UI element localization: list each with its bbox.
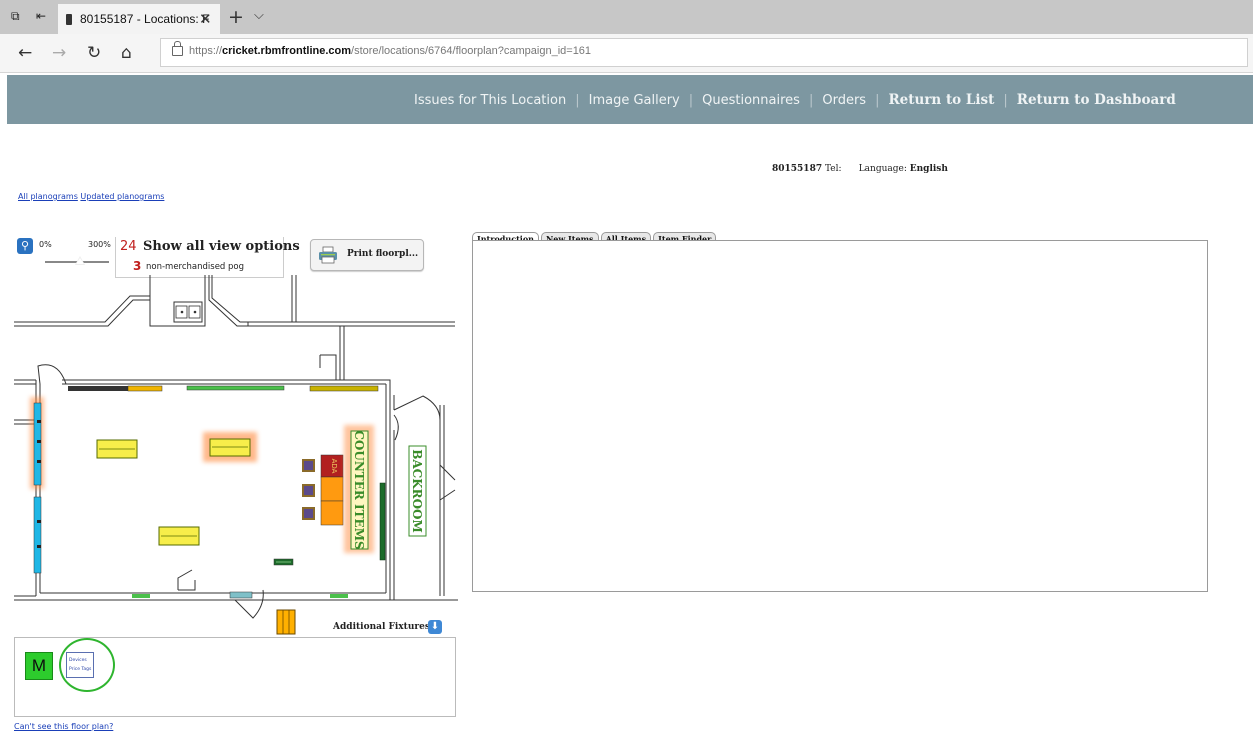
tab-title: 80155187 - Locations: F [80, 12, 210, 26]
backroom-label: BACKROOM [410, 449, 424, 533]
counter-items-label: COUNTER ITEMS [352, 430, 366, 549]
non-merch-label[interactable]: non-merchandised pog [146, 262, 244, 272]
tab-actions-icon[interactable]: ⧉ [11, 10, 25, 22]
refresh-icon[interactable]: ↻ [87, 43, 101, 63]
tel-label: Tel: [824, 164, 842, 174]
tab-aside-icon[interactable]: ⇤ [36, 10, 50, 22]
new-tab-icon[interactable]: + [228, 6, 244, 28]
all-planograms-link[interactable]: All planograms [18, 192, 78, 201]
floorplan-canvas[interactable]: ADA COUNTER ITEMS BACKROOM [0, 275, 460, 635]
home-icon[interactable]: ⌂ [121, 43, 132, 63]
content-tabs: Introduction New Items All Items Item Finde… [472, 226, 718, 245]
sink-fixture [173, 301, 203, 323]
chevron-down-icon[interactable]: ⌵ [254, 8, 264, 23]
nav-questionnaires[interactable]: Questionnaires [702, 93, 800, 108]
url-text: https://cricket.rbmfrontline.com/store/l… [189, 45, 592, 57]
updated-planograms-link[interactable]: Updated planograms [80, 192, 164, 201]
language-label: Language: [858, 164, 907, 174]
tab-content-panel [472, 240, 1208, 592]
zoom-slider-handle[interactable] [75, 256, 86, 265]
fixture-m[interactable]: M [25, 652, 53, 680]
print-floorplan-label: Print floorpl... [347, 249, 419, 259]
nav-issues[interactable]: Issues for This Location [414, 93, 566, 108]
magnifier-icon[interactable]: ⚲ [17, 238, 33, 254]
back-icon[interactable]: ← [18, 43, 32, 63]
zoom-min-label: 0% [39, 240, 52, 249]
nav-return-to-list[interactable]: Return to List [888, 92, 994, 108]
zoom-max-label: 300% [88, 240, 111, 249]
non-merch-count: 3 [133, 259, 142, 273]
nav-return-to-dashboard[interactable]: Return to Dashboard [1017, 92, 1176, 108]
forward-icon[interactable]: → [52, 43, 66, 63]
lock-icon [172, 41, 183, 56]
ada-label: ADA [330, 459, 338, 474]
printer-icon [319, 246, 337, 264]
site-nav: Issues for This Location | Image Gallery | Q… [7, 75, 1253, 124]
cant-see-floorplan-link[interactable]: Can't see this floor plan? [14, 722, 113, 731]
url-input[interactable]: https://cricket.rbmfrontline.com/store/l… [160, 38, 1248, 67]
store-number: 80155187 [772, 164, 823, 174]
arrow-down-icon[interactable]: ⬇ [428, 620, 442, 634]
view-options-count: 24 [120, 239, 137, 254]
additional-fixtures-label: Additional Fixtures [333, 622, 430, 632]
nav-orders[interactable]: Orders [822, 93, 866, 108]
additional-fixtures-panel: M Devices Price Tags [14, 637, 456, 717]
browser-tab-bar: ⧉ ⇤ 80155187 - Locations: F ✕ + ⌵ [0, 0, 1253, 34]
language-value: English [909, 164, 948, 174]
close-tab-icon[interactable]: ✕ [199, 10, 212, 28]
highlight-circle [59, 638, 115, 692]
planogram-links: All planograms Updated planograms [18, 192, 164, 201]
store-info: 80155187 Tel: Language: English [772, 164, 948, 174]
address-bar-row: ← → ↻ ⌂ https://cricket.rbmfrontline.com… [0, 34, 1253, 73]
nav-image-gallery[interactable]: Image Gallery [589, 93, 680, 108]
show-all-view-options[interactable]: Show all view options [143, 239, 300, 254]
favicon-icon [66, 14, 72, 25]
browser-tab[interactable]: 80155187 - Locations: F ✕ [58, 4, 220, 34]
print-floorplan-button[interactable]: Print floorpl... [310, 239, 424, 271]
